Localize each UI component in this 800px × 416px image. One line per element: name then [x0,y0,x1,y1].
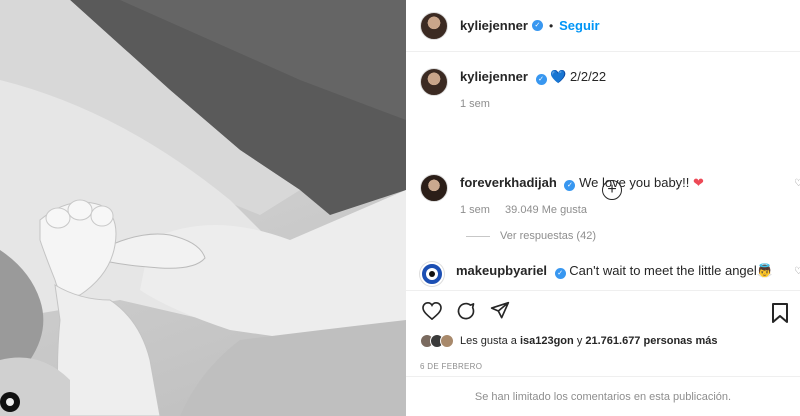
caption-meta: 1 sem [460,98,502,110]
separator-dot: • [548,18,554,33]
post-side-panel: kyliejenner ✓ • Seguir kyliejenner ✓ 💙 2… [406,0,800,416]
post-date[interactable]: 6 DE FEBRERO [420,362,482,371]
comment-body: Can't wait to meet the little angel👼 [569,263,773,278]
heart-icon[interactable] [420,299,444,323]
verified-badge-icon: ✓ [535,74,547,85]
author-avatar[interactable] [420,11,448,40]
comment-item: foreverkhadijah ✓ We love you baby!! ❤ ♡ [420,174,800,202]
comment-body: We love you baby!! [579,175,690,190]
comment-meta: 1 sem 39.049 Me gusta [460,204,599,216]
blue-heart-emoji: 💙 [550,69,567,84]
view-replies-button[interactable]: Ver respuestas (42) [466,230,596,242]
comment-age[interactable]: 1 sem [460,204,490,216]
post-header: kyliejenner ✓ • Seguir [406,0,800,52]
caption: kyliejenner ✓ 💙 2/2/22 [420,68,800,96]
comment-like-heart-icon[interactable]: ♡ [794,266,800,277]
follow-button[interactable]: Seguir [559,18,599,33]
view-replies-label[interactable]: Ver respuestas (42) [500,230,596,242]
comments-limited-notice: Se han limitado los comentarios en esta … [406,376,800,416]
liker-username[interactable]: isa123gon [520,335,574,347]
liker-avatar[interactable] [440,334,454,348]
post-action-bar [406,290,800,330]
likes-middle: y [576,335,583,347]
replies-line [466,235,490,237]
comment-text: makeupbyariel ✓ Can't wait to meet the l… [456,262,773,280]
comment-icon[interactable] [454,299,478,323]
user-tag-icon[interactable] [0,392,20,412]
likes-count[interactable]: 21.761.677 personas más [585,335,717,347]
author-username[interactable]: kyliejenner [460,18,528,33]
caption-age[interactable]: 1 sem [460,98,490,110]
post-photo[interactable] [0,0,406,416]
commenter-avatar[interactable] [420,174,448,202]
caption-avatar[interactable] [420,68,448,96]
verified-badge-icon: ✓ [531,20,543,31]
comment-text: foreverkhadijah ✓ We love you baby!! ❤ [460,174,704,192]
commenter-username[interactable]: foreverkhadijah [460,175,557,190]
comments-list[interactable]: kyliejenner ✓ 💙 2/2/22 1 sem + foreverkh… [406,52,800,290]
caption-body: 2/2/22 [570,69,607,84]
send-icon[interactable] [488,299,512,323]
commenter-username[interactable]: makeupbyariel [456,263,547,278]
likes-prefix: Les gusta a [460,335,517,347]
comment-item: makeupbyariel ✓ Can't wait to meet the l… [420,262,800,286]
likes-text: Les gusta a isa123gon y 21.761.677 perso… [460,335,717,347]
comment-likes[interactable]: 39.049 Me gusta [505,204,587,216]
verified-badge-icon: ✓ [554,268,566,279]
commenter-avatar[interactable] [420,262,444,286]
caption-text: kyliejenner ✓ 💙 2/2/22 [460,68,606,86]
photo-illustration [0,0,406,416]
likes-summary[interactable]: Les gusta a isa123gon y 21.761.677 perso… [420,334,717,348]
comment-like-heart-icon[interactable]: ♡ [794,178,800,189]
verified-badge-icon: ✓ [564,180,576,191]
bookmark-icon[interactable] [768,301,792,325]
caption-username[interactable]: kyliejenner [460,69,528,84]
red-heart-emoji: ❤ [693,175,704,190]
